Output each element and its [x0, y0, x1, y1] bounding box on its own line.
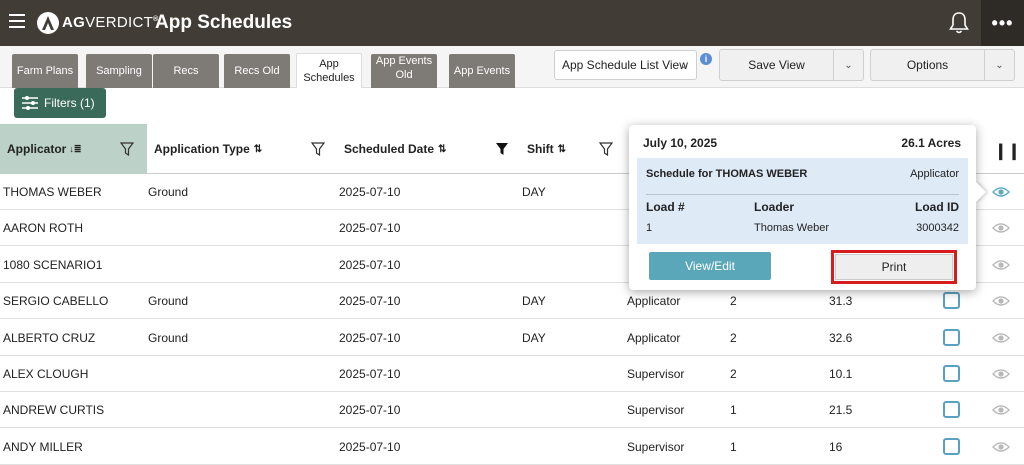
- columns-icon[interactable]: ❙❙❙: [994, 141, 1024, 161]
- divider: [646, 194, 959, 195]
- tab-app-events[interactable]: App Events: [449, 54, 515, 88]
- row-checkbox[interactable]: [943, 292, 960, 310]
- column-header-scheduled-date[interactable]: Scheduled Date ⇅: [337, 124, 520, 174]
- more-options-button[interactable]: •••: [981, 0, 1024, 46]
- application-type-cell: Ground: [148, 185, 189, 199]
- schedule-for-label: Schedule for THOMAS WEBER: [646, 168, 808, 180]
- loader-header: Loader: [754, 200, 795, 214]
- acres-cell: 21.5: [829, 403, 853, 418]
- application-type-cell: Ground: [148, 294, 189, 309]
- role-cell: Applicator: [627, 330, 681, 345]
- applicator-cell: THOMAS WEBER: [3, 185, 102, 199]
- popover-schedule-panel: Schedule for THOMAS WEBER Applicator Loa…: [637, 158, 968, 244]
- applicator-cell: AARON ROTH: [3, 221, 84, 236]
- view-select[interactable]: App Schedule List View ⌄: [554, 50, 697, 80]
- view-eye-icon[interactable]: [992, 259, 1010, 271]
- column-header-shift[interactable]: Shift ⇅: [520, 124, 620, 174]
- view-eye-icon[interactable]: [992, 404, 1010, 416]
- tab-app-schedules[interactable]: App Schedules: [296, 53, 362, 88]
- filters-button[interactable]: Filters (1): [14, 88, 106, 118]
- popover-date: July 10, 2025: [643, 136, 718, 150]
- shift-cell: DAY: [522, 294, 546, 309]
- applicator-cell: ALBERTO CRUZ: [3, 330, 96, 345]
- table-row[interactable]: ALBERTO CRUZ Ground 2025-07-10 DAY Applicato…: [0, 320, 1024, 356]
- schedule-role: Applicator: [910, 168, 959, 180]
- brand-name: AGVERDICT®: [62, 14, 159, 31]
- notifications-bell-icon[interactable]: [948, 11, 970, 40]
- load-count-cell: 1: [730, 403, 737, 418]
- save-view-button[interactable]: Save View: [720, 50, 833, 80]
- page-title: App Schedules: [155, 12, 293, 33]
- view-eye-icon[interactable]: [992, 222, 1010, 234]
- view-edit-button[interactable]: View/Edit: [649, 252, 771, 280]
- scheduled-date-cell: 2025-07-10: [339, 294, 401, 309]
- load-count-cell: 2: [730, 367, 737, 381]
- view-eye-icon[interactable]: [992, 186, 1010, 198]
- view-eye-icon[interactable]: [992, 295, 1010, 307]
- applicator-cell: ANDREW CURTIS: [3, 403, 105, 418]
- options-button[interactable]: Options: [871, 50, 984, 80]
- tab-recs-old[interactable]: Recs Old: [224, 54, 290, 88]
- active-filter-funnel-icon[interactable]: [495, 142, 509, 156]
- agverdict-logo-icon: [37, 12, 59, 34]
- sort-icon: ⇅: [557, 143, 567, 155]
- column-header-application-type[interactable]: Application Type ⇅: [147, 124, 333, 174]
- filter-funnel-icon[interactable]: [311, 142, 325, 156]
- load-id-value: 3000342: [916, 222, 959, 234]
- scheduled-date-cell: 2025-07-10: [339, 403, 401, 418]
- load-id-header: Load ID: [915, 200, 959, 214]
- sliders-icon: [22, 96, 38, 110]
- scheduled-date-cell: 2025-07-10: [339, 185, 401, 199]
- top-bar: AGVERDICT® App Schedules •••: [0, 0, 1024, 46]
- sort-ascending-icon: ↓≣: [69, 143, 82, 154]
- filter-funnel-icon[interactable]: [599, 142, 613, 156]
- role-cell: Supervisor: [627, 403, 685, 418]
- acres-cell: 32.6: [829, 330, 853, 345]
- view-eye-icon[interactable]: [992, 368, 1010, 380]
- load-number-value: 1: [646, 222, 653, 234]
- table-row[interactable]: ANDREW CURTIS 2025-07-10 Supervisor 1 21.5: [0, 392, 1024, 429]
- view-eye-icon[interactable]: [992, 332, 1010, 344]
- save-view-chevron-down-icon[interactable]: ⌄: [833, 50, 863, 80]
- row-checkbox[interactable]: [943, 401, 960, 419]
- filters-label: Filters (1): [44, 96, 95, 110]
- row-checkbox[interactable]: [943, 328, 960, 346]
- scheduled-date-cell: 2025-07-10: [339, 367, 401, 381]
- tab-recs[interactable]: Recs: [153, 54, 219, 88]
- shift-cell: DAY: [522, 185, 546, 199]
- loader-value: Thomas Weber: [754, 222, 829, 234]
- load-number-header: Load #: [646, 200, 685, 214]
- tab-farm-plans[interactable]: Farm Plans: [12, 54, 78, 88]
- chevron-down-icon: ⌄: [679, 60, 688, 71]
- options-chevron-down-icon[interactable]: ⌄: [984, 50, 1014, 80]
- applicator-cell: 1080 SCENARIO1: [3, 257, 103, 272]
- popover-acres: 26.1 Acres: [901, 136, 961, 150]
- applicator-cell: SERGIO CABELLO: [3, 294, 109, 309]
- scheduled-date-cell: 2025-07-10: [339, 257, 401, 272]
- filter-funnel-icon[interactable]: [120, 142, 134, 156]
- table-row[interactable]: ALEX CLOUGH 2025-07-10 Supervisor 2 10.1: [0, 356, 1024, 392]
- tab-sampling[interactable]: Sampling: [86, 54, 152, 88]
- options-group: Options ⌄: [870, 49, 1015, 81]
- menu-icon[interactable]: [9, 14, 25, 30]
- row-checkbox[interactable]: [943, 437, 960, 455]
- shift-cell: DAY: [522, 330, 546, 345]
- print-button[interactable]: Print: [835, 254, 953, 280]
- save-view-group: Save View ⌄: [719, 49, 864, 81]
- info-icon[interactable]: i: [700, 53, 712, 65]
- application-type-cell: Ground: [148, 330, 189, 345]
- row-checkbox[interactable]: [943, 365, 960, 382]
- scheduled-date-cell: 2025-07-10: [339, 221, 401, 236]
- sort-icon: ⇅: [438, 143, 447, 155]
- tab-app-events-old[interactable]: App Events Old: [371, 54, 437, 88]
- acres-cell: 10.1: [829, 367, 853, 381]
- sort-icon: ⇅: [253, 143, 263, 155]
- applicator-cell: ALEX CLOUGH: [3, 367, 89, 381]
- schedule-popover: July 10, 2025 26.1 Acres Schedule for TH…: [629, 125, 986, 290]
- view-select-value: App Schedule List View: [562, 58, 688, 72]
- column-header-applicator[interactable]: Applicator ↓≣: [0, 124, 147, 174]
- scheduled-date-cell: 2025-07-10: [339, 330, 401, 345]
- role-cell: Supervisor: [627, 367, 685, 381]
- load-count-cell: 2: [730, 330, 737, 345]
